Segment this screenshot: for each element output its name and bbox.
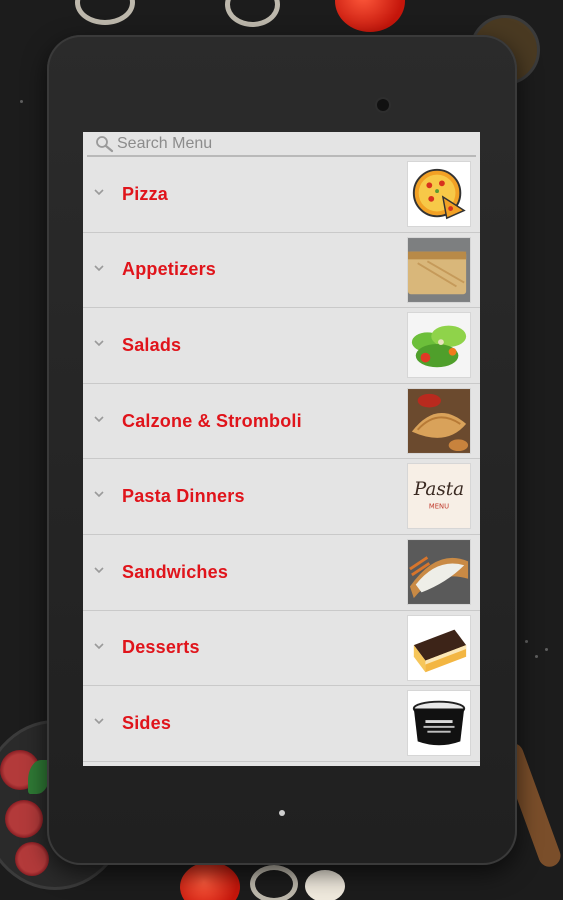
spice-speck [525, 640, 528, 643]
sandwich-image [407, 538, 471, 605]
chevron-down-icon [94, 718, 104, 725]
chevron-down-icon [94, 189, 104, 196]
category-label: Pasta Dinners [122, 486, 245, 507]
category-item-appetizers[interactable]: Appetizers [83, 233, 480, 309]
chevron-down-icon [94, 642, 104, 649]
category-label: Salads [122, 334, 182, 355]
pasta-sub-text: MENU [429, 503, 449, 511]
home-indicator[interactable] [279, 810, 285, 816]
chevron-down-icon [94, 567, 104, 574]
chevron-down-icon [94, 491, 104, 498]
menu-screen: Pizza [83, 132, 480, 766]
chevron-down-icon [94, 265, 104, 271]
category-label: Appetizers [122, 259, 217, 280]
category-item-pasta-dinners[interactable]: Pasta Dinners Pasta MENU [83, 459, 480, 535]
tomato-slice-decoration [180, 862, 240, 900]
category-label: Calzone & Stromboli [122, 410, 302, 431]
dessert-cake-image [407, 614, 471, 681]
category-label: Sandwiches [122, 561, 229, 582]
pasta-script-text: Pasta [413, 479, 464, 500]
category-item-sides[interactable]: Sides [83, 686, 480, 762]
salami-decoration [15, 842, 49, 876]
spice-speck [20, 100, 23, 103]
category-item-salads[interactable]: Salads [83, 308, 480, 384]
camera-icon [377, 99, 389, 111]
tablet-device: Pizza [47, 35, 517, 865]
sides-cup-image [407, 690, 471, 757]
category-item-calzone-stromboli[interactable]: Calzone & Stromboli [83, 384, 480, 460]
salami-decoration [5, 800, 43, 838]
spice-speck [535, 655, 538, 658]
calzone-image [407, 387, 471, 454]
pizza-icon [407, 161, 471, 227]
appetizers-image [407, 236, 471, 303]
garlic-decoration [305, 870, 345, 900]
onion-ring-decoration [75, 0, 135, 25]
search-input[interactable] [117, 134, 417, 153]
onion-ring-decoration [250, 865, 298, 900]
category-item-pizza[interactable]: Pizza [83, 157, 480, 233]
search-bar[interactable] [87, 132, 476, 157]
category-label: Pizza [122, 183, 169, 204]
spice-speck [545, 648, 548, 651]
salad-image [407, 312, 471, 379]
category-item-sandwiches[interactable]: Sandwiches [83, 535, 480, 611]
tomato-decoration [335, 0, 405, 32]
pasta-menu-logo: Pasta MENU [407, 463, 471, 530]
onion-ring-decoration [225, 0, 280, 27]
category-item-desserts[interactable]: Desserts [83, 611, 480, 687]
category-label: Sides [122, 712, 172, 733]
search-icon [95, 135, 115, 153]
chevron-down-icon [94, 416, 104, 422]
category-label: Desserts [122, 637, 200, 658]
category-list: Pizza Appetizers Salads Calzone & Stromb… [83, 157, 480, 762]
chevron-down-icon [94, 340, 104, 347]
